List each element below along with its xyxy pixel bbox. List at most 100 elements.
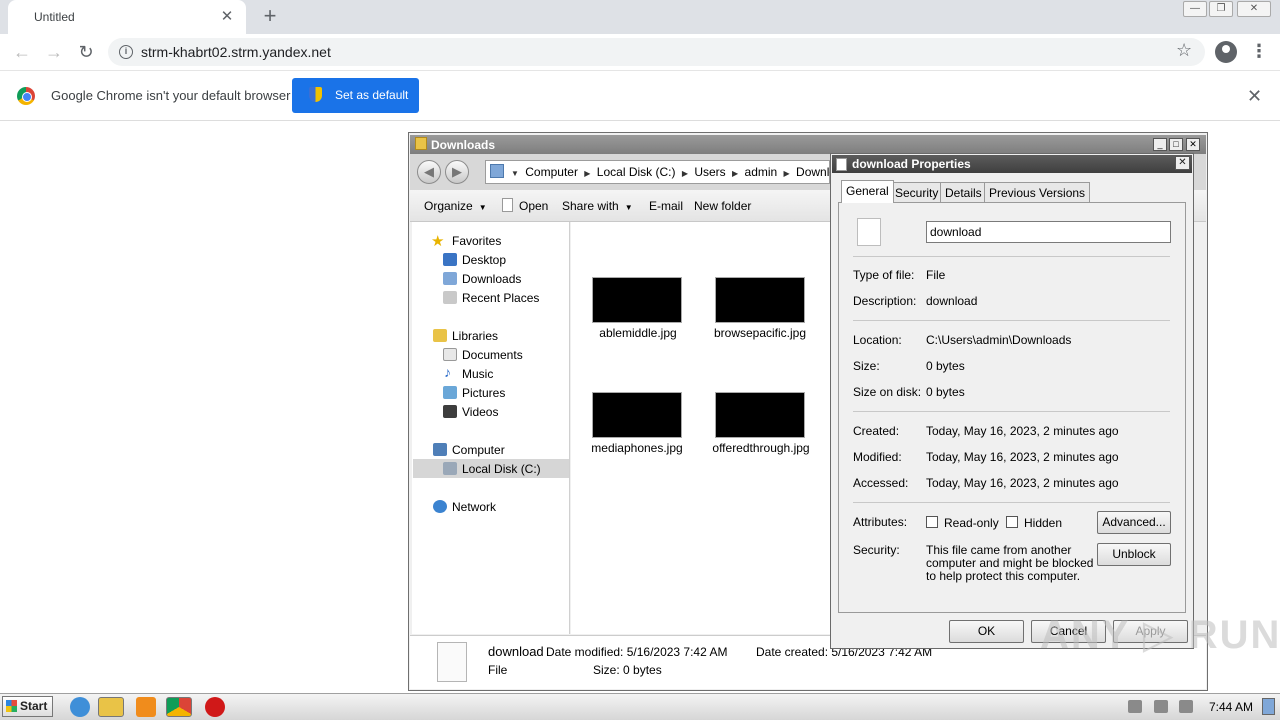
nav-pictures[interactable]: Pictures bbox=[462, 386, 505, 400]
explorer-titlebar[interactable] bbox=[410, 135, 1206, 154]
network-tray-icon[interactable] bbox=[1154, 700, 1168, 713]
nav-desktop[interactable]: Desktop bbox=[462, 253, 506, 267]
explorer-forward-icon[interactable]: ▶ bbox=[445, 160, 469, 184]
volume-icon[interactable] bbox=[1128, 700, 1142, 713]
breadcrumb: ▼ Computer ▶ Local Disk (C:) ▶ Users ▶ a… bbox=[511, 165, 858, 179]
breadcrumb-arrow-icon[interactable]: ▶ bbox=[584, 169, 590, 178]
breadcrumb-computer[interactable]: Computer bbox=[525, 165, 578, 179]
favorites-star-icon: ★ bbox=[431, 233, 445, 250]
window-minimize-button[interactable]: — bbox=[1183, 1, 1207, 17]
explorer-minimize-button[interactable]: _ bbox=[1153, 138, 1167, 151]
music-icon: ♪ bbox=[444, 364, 451, 380]
new-folder-button[interactable]: New folder bbox=[694, 199, 751, 213]
explorer-taskbar-icon[interactable] bbox=[98, 697, 124, 717]
open-button[interactable]: Open bbox=[519, 199, 548, 213]
tab-close-icon[interactable]: ✕ bbox=[217, 7, 237, 27]
file-name[interactable]: mediaphones.jpg bbox=[567, 441, 707, 455]
back-icon[interactable]: ← bbox=[10, 41, 34, 63]
nav-documents[interactable]: Documents bbox=[462, 348, 523, 362]
file-thumbnail[interactable] bbox=[592, 392, 682, 438]
organize-button[interactable]: Organize ▼ bbox=[424, 199, 487, 213]
chrome-taskbar-icon[interactable] bbox=[166, 697, 192, 717]
taskbar-clock[interactable]: 7:44 AM bbox=[1209, 700, 1253, 714]
type-of-file-value: File bbox=[926, 268, 946, 282]
hidden-checkbox[interactable] bbox=[1006, 516, 1018, 528]
tab-details[interactable]: Details bbox=[940, 182, 987, 202]
properties-title: download Properties bbox=[852, 157, 971, 171]
nav-network[interactable]: Network bbox=[452, 500, 496, 514]
breadcrumb-arrow-icon[interactable]: ▶ bbox=[682, 169, 688, 178]
modified-label: Modified: bbox=[853, 450, 902, 464]
advanced-button[interactable]: Advanced... bbox=[1097, 511, 1171, 534]
properties-close-button[interactable]: ✕ bbox=[1175, 156, 1190, 170]
nav-libraries[interactable]: Libraries bbox=[452, 329, 498, 343]
description-label: Description: bbox=[853, 294, 917, 308]
file-name[interactable]: browsepacific.jpg bbox=[690, 326, 830, 340]
nav-music[interactable]: Music bbox=[462, 367, 493, 381]
window-restore-button[interactable]: ❐ bbox=[1209, 1, 1233, 17]
new-tab-button[interactable]: + bbox=[258, 5, 282, 29]
tab-security[interactable]: Security bbox=[890, 182, 944, 202]
readonly-checkbox[interactable] bbox=[926, 516, 938, 528]
size-value: 0 bytes bbox=[926, 359, 965, 373]
anyrun-watermark: ANY ▷ RUN bbox=[1040, 613, 1280, 657]
breadcrumb-arrow-icon[interactable]: ▶ bbox=[732, 169, 738, 178]
share-with-label: Share with bbox=[562, 199, 619, 213]
stop-icon[interactable] bbox=[205, 697, 225, 717]
explorer-back-icon[interactable]: ◀ bbox=[417, 160, 441, 184]
site-info-icon[interactable]: i bbox=[119, 45, 133, 59]
profile-avatar-icon[interactable] bbox=[1215, 41, 1237, 63]
media-player-icon[interactable] bbox=[136, 697, 156, 717]
ok-button[interactable]: OK bbox=[949, 620, 1024, 643]
breadcrumb-arrow-icon[interactable]: ▼ bbox=[511, 169, 519, 178]
file-thumbnail[interactable] bbox=[592, 277, 682, 323]
file-name[interactable]: ablemiddle.jpg bbox=[568, 326, 708, 340]
folder-icon bbox=[415, 137, 427, 150]
accessed-value: Today, May 16, 2023, 2 minutes ago bbox=[926, 476, 1119, 490]
chrome-menu-icon[interactable]: ⋮ bbox=[1250, 41, 1268, 62]
breadcrumb-local-disk[interactable]: Local Disk (C:) bbox=[597, 165, 676, 179]
nav-computer[interactable]: Computer bbox=[452, 443, 505, 457]
nav-videos[interactable]: Videos bbox=[462, 405, 498, 419]
file-icon bbox=[836, 158, 847, 171]
nav-local-disk[interactable]: Local Disk (C:) bbox=[462, 462, 541, 476]
infobar-close-icon[interactable]: ✕ bbox=[1247, 86, 1262, 107]
nav-downloads[interactable]: Downloads bbox=[462, 272, 521, 286]
share-with-button[interactable]: Share with ▼ bbox=[562, 199, 633, 213]
created-label: Created: bbox=[853, 424, 900, 438]
videos-icon bbox=[443, 405, 457, 418]
show-desktop-button[interactable] bbox=[1262, 698, 1275, 715]
downloads-icon bbox=[443, 272, 457, 285]
explorer-maximize-button[interactable]: □ bbox=[1169, 138, 1183, 151]
explorer-close-button[interactable]: ✕ bbox=[1186, 138, 1200, 151]
breadcrumb-arrow-icon[interactable]: ▶ bbox=[784, 169, 790, 178]
file-name-field[interactable]: download bbox=[926, 221, 1171, 243]
file-thumbnail[interactable] bbox=[715, 277, 805, 323]
file-thumbnail[interactable] bbox=[715, 392, 805, 438]
reload-icon[interactable]: ↻ bbox=[74, 41, 98, 63]
action-center-flag-icon[interactable] bbox=[1179, 700, 1193, 713]
forward-icon[interactable]: → bbox=[42, 41, 66, 63]
email-button[interactable]: E-mail bbox=[649, 199, 683, 213]
desktop-icon bbox=[443, 253, 457, 266]
unblock-button[interactable]: Unblock bbox=[1097, 543, 1171, 566]
nav-recent-places[interactable]: Recent Places bbox=[462, 291, 539, 305]
computer-icon bbox=[433, 443, 447, 456]
description-value: download bbox=[926, 294, 978, 308]
breadcrumb-users[interactable]: Users bbox=[694, 165, 725, 179]
internet-explorer-icon[interactable] bbox=[70, 697, 90, 717]
security-message: This file came from another computer and… bbox=[926, 543, 1094, 583]
uac-shield-icon bbox=[309, 87, 322, 102]
modified-value: Today, May 16, 2023, 2 minutes ago bbox=[926, 450, 1119, 464]
window-close-button[interactable]: ✕ bbox=[1237, 1, 1271, 17]
tab-general[interactable]: General bbox=[841, 180, 894, 203]
taskbar bbox=[0, 693, 1280, 720]
file-name[interactable]: offeredthrough.jpg bbox=[691, 441, 831, 455]
breadcrumb-admin[interactable]: admin bbox=[745, 165, 778, 179]
dropdown-caret-icon: ▼ bbox=[624, 203, 633, 212]
url-text[interactable]: strm-khabrt02.strm.yandex.net bbox=[141, 44, 331, 60]
set-as-default-button[interactable]: Set as default bbox=[292, 78, 419, 113]
nav-favorites[interactable]: Favorites bbox=[452, 234, 501, 248]
tab-previous-versions[interactable]: Previous Versions bbox=[984, 182, 1091, 202]
bookmark-star-icon[interactable]: ☆ bbox=[1176, 40, 1192, 61]
